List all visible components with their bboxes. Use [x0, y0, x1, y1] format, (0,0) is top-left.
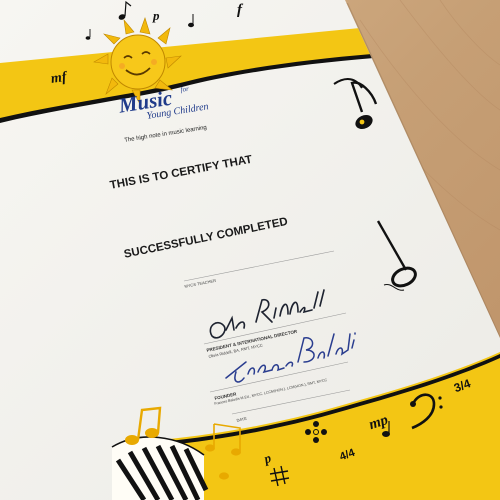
dynamic-mf-top: mf [50, 69, 68, 87]
logo-brand-for: for [180, 84, 190, 94]
dynamic-f-top: f [237, 2, 242, 18]
certificate-photo [0, 0, 500, 500]
dynamic-p-top: p [153, 8, 160, 23]
